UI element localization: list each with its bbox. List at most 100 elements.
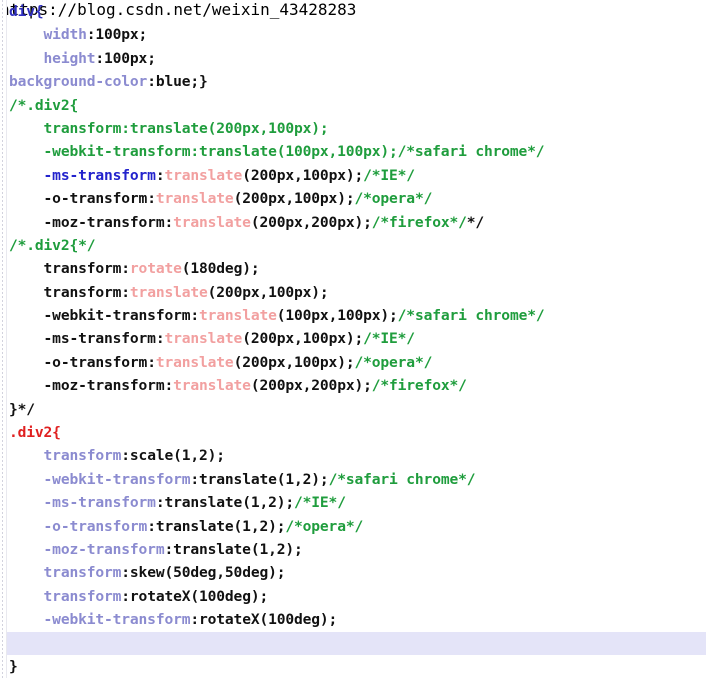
code-token: -moz-transform [9, 377, 165, 395]
code-token: transform [9, 260, 122, 278]
code-token: (200px,100px); [242, 166, 364, 184]
code-token: :scale(1,2); [121, 447, 225, 465]
code-line[interactable]: transform:translate(200px,100px); [0, 117, 706, 140]
code-token: */ [466, 213, 485, 231]
code-token: }*/ [9, 400, 35, 418]
code-token: -webkit-transform [9, 611, 191, 629]
code-line[interactable]: height:100px; [0, 47, 706, 70]
code-token: transform [9, 587, 122, 605]
code-line[interactable]: -ms-transform:translate(1,2);/*IE*/ [0, 491, 706, 514]
code-token: -moz-transform [9, 213, 165, 231]
code-token: /*IE*/ [363, 330, 415, 348]
code-token: :rotateX(100deg); [121, 587, 269, 605]
code-token: /*safari chrome*/ [397, 307, 545, 325]
code-token: translate [173, 377, 251, 395]
code-content-area[interactable]: div{ width:100px; height:100px; backgroun… [0, 0, 706, 678]
code-token: :skew(50deg,50deg); [121, 564, 286, 582]
code-token: :translate(1,2); [164, 540, 303, 558]
code-token: (100px,100px); [276, 307, 398, 325]
code-line[interactable]: }*/ [0, 398, 706, 421]
code-token: (200px,100px); [242, 330, 364, 348]
code-token: -o-transform [9, 190, 148, 208]
code-token: translate [155, 353, 234, 371]
code-line[interactable]: -o-transform:translate(1,2);/*opera*/ [0, 515, 706, 538]
code-line[interactable]: -webkit-transform:rotateX(100deg); [0, 608, 706, 631]
code-token: width [9, 26, 87, 44]
code-token: transform:translate(200px,100px); [9, 119, 329, 137]
code-token: (200px,200px); [250, 377, 372, 395]
code-token: : [147, 190, 156, 208]
code-token: /*IE*/ [363, 166, 415, 184]
code-token: /*IE*/ [294, 494, 346, 512]
code-line[interactable]: -moz-transform:translate(200px,200px);/*… [0, 374, 706, 397]
code-token: /*firefox*/ [371, 377, 467, 395]
code-token: /*firefox*/ [371, 213, 467, 231]
code-token: /*.div2{*/ [9, 236, 96, 254]
code-token: -ms-transform [9, 494, 156, 512]
code-token: : [147, 353, 156, 371]
code-line[interactable]: transform:rotate(180deg); [0, 257, 706, 280]
code-token: (180deg); [181, 260, 260, 278]
code-line[interactable]: transform:scale(1,2); [0, 444, 706, 467]
code-line[interactable]: -webkit-transform:translate(1,2);/*safar… [0, 468, 706, 491]
code-token: :translate(1,2); [147, 517, 286, 535]
code-token: :translate(1,2); [155, 494, 295, 512]
code-line[interactable]: -ms-transform:translate(200px,100px);/*I… [0, 327, 706, 350]
code-token: transform [9, 283, 122, 301]
code-token: (200px,100px); [233, 353, 355, 371]
code-token: (200px,100px); [207, 283, 329, 301]
code-token: -o-transform [9, 517, 148, 535]
code-token: : [164, 213, 174, 231]
code-line[interactable]: transform:skew(50deg,50deg); [0, 561, 706, 584]
code-token: .div2{ [9, 424, 61, 442]
code-token: rotate [129, 260, 182, 278]
code-line[interactable] [0, 631, 706, 655]
code-token: /*opera*/ [354, 190, 433, 208]
code-token: -o-transform [9, 353, 148, 371]
code-token: transform [9, 447, 122, 465]
code-token: -webkit-transform [9, 307, 191, 325]
code-token: :100px; [95, 49, 156, 67]
code-line[interactable]: /*.div2{ [0, 94, 706, 117]
code-line[interactable]: -o-transform:translate(200px,100px);/*op… [0, 187, 706, 210]
code-token: translate [173, 213, 251, 231]
code-token: -ms-transform [9, 330, 156, 348]
fold-gutter-rail[interactable] [0, 0, 7, 678]
code-token: (200px,100px); [233, 190, 355, 208]
code-token: -webkit-transform [9, 470, 191, 488]
code-token: :blue;} [147, 73, 208, 91]
code-line[interactable]: transform:rotateX(100deg); [0, 585, 706, 608]
code-token: :100px; [86, 26, 148, 44]
code-token: translate [155, 190, 234, 208]
code-token: : [121, 260, 130, 278]
code-token: (200px,200px); [250, 213, 372, 231]
code-token: : [190, 307, 200, 325]
code-token: : [164, 377, 174, 395]
code-line[interactable]: -o-transform:translate(200px,100px);/*op… [0, 351, 706, 374]
code-token: :translate(1,2); [190, 470, 329, 488]
code-token: translate [164, 330, 243, 348]
code-line[interactable]: -moz-transform:translate(1,2); [0, 538, 706, 561]
code-token: /*opera*/ [285, 517, 364, 535]
code-line[interactable]: .div2{ [0, 421, 706, 444]
code-line[interactable]: div{ [0, 0, 706, 23]
code-line[interactable]: -webkit-transform:translate(100px,100px)… [0, 140, 706, 163]
code-token: } [9, 657, 18, 675]
code-token: translate [129, 283, 208, 301]
code-line[interactable]: transform:translate(200px,100px); [0, 281, 706, 304]
code-line[interactable]: background-color:blue;} [0, 70, 706, 93]
code-token: -webkit-transform:translate(100px,100px)… [9, 143, 545, 161]
code-line[interactable]: -webkit-transform:translate(100px,100px)… [0, 304, 706, 327]
code-token: height [9, 49, 96, 67]
code-line[interactable]: -moz-transform:translate(200px,200px);/*… [0, 211, 706, 234]
code-token: translate [164, 166, 243, 184]
code-line[interactable]: } [0, 655, 706, 678]
code-token: -ms-transform [9, 166, 156, 184]
code-editor[interactable]: div{ width:100px; height:100px; backgroun… [0, 0, 706, 678]
code-token: :rotateX(100deg); [190, 611, 338, 629]
code-token: -moz-transform [9, 540, 165, 558]
code-line[interactable]: width:100px; [0, 23, 706, 46]
code-token: transform [9, 564, 122, 582]
code-line[interactable]: /*.div2{*/ [0, 234, 706, 257]
code-line[interactable]: -ms-transform:translate(200px,100px);/*I… [0, 164, 706, 187]
